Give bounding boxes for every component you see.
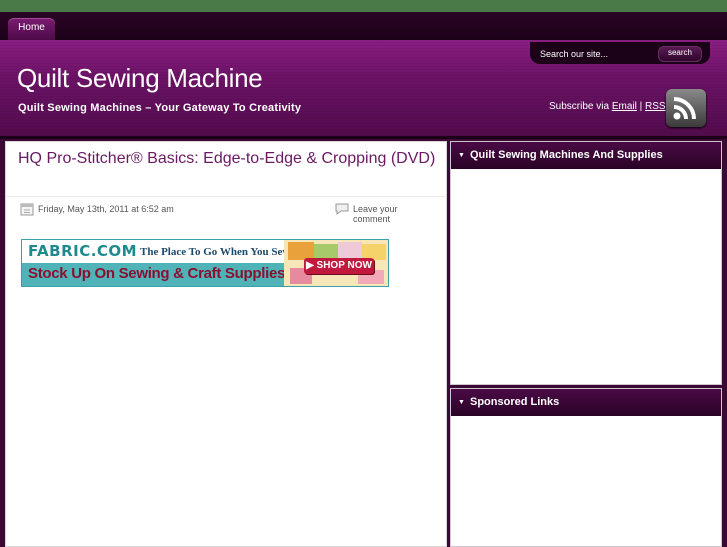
post-date: Friday, May 13th, 2011 at 6:52 am: [38, 204, 174, 214]
fabric-ad-banner[interactable]: FABRIC.COM The Place To Go When You Sew …: [21, 239, 389, 287]
nav-tab-home[interactable]: Home: [8, 18, 55, 40]
calendar-icon: [20, 202, 34, 216]
widget-sponsored-title: Sponsored Links: [470, 396, 560, 408]
post-meta: Friday, May 13th, 2011 at 6:52 am Leave …: [20, 202, 436, 224]
subscribe-separator: |: [639, 101, 643, 112]
banner-tagline: The Place To Go When You Sew: [140, 246, 291, 258]
widget-supplies: ▼ Quilt Sewing Machines And Supplies: [450, 141, 722, 385]
triangle-down-icon: ▼: [458, 152, 465, 159]
rss-icon[interactable]: [666, 89, 706, 127]
banner-headline: Stock Up On Sewing & Craft Supplies: [28, 265, 286, 282]
search-box: search: [530, 42, 710, 64]
nav-bar: Home: [0, 12, 727, 41]
subscribe-line: Subscribe via Email | RSS: [549, 101, 666, 112]
subscribe-rss-link[interactable]: RSS: [645, 101, 666, 112]
site-title[interactable]: Quilt Sewing Machine: [17, 62, 263, 94]
top-strip: [0, 0, 727, 12]
shop-now-button[interactable]: ▶ SHOP NOW: [304, 258, 374, 274]
widget-sponsored-links: ▼ Sponsored Links: [450, 388, 722, 547]
subscribe-label: Subscribe via: [549, 101, 610, 112]
site-header: Quilt Sewing Machine Quilt Sewing Machin…: [0, 40, 727, 139]
post-divider: [6, 196, 446, 197]
widget-supplies-header[interactable]: ▼ Quilt Sewing Machines And Supplies: [451, 142, 721, 169]
main-content: HQ Pro-Stitcher® Basics: Edge-to-Edge & …: [5, 141, 447, 547]
comment-icon[interactable]: [334, 202, 350, 216]
widget-sponsored-header[interactable]: ▼ Sponsored Links: [451, 389, 721, 416]
banner-brand: FABRIC.COM: [28, 242, 138, 260]
leave-comment-link[interactable]: Leave your comment: [353, 204, 436, 224]
post-title[interactable]: HQ Pro-Stitcher® Basics: Edge-to-Edge & …: [18, 148, 438, 169]
search-input[interactable]: [540, 47, 650, 61]
search-button[interactable]: search: [658, 46, 702, 62]
widget-supplies-title: Quilt Sewing Machines And Supplies: [470, 149, 663, 161]
subscribe-email-link[interactable]: Email: [612, 101, 637, 112]
site-tagline: Quilt Sewing Machines – Your Gateway To …: [18, 102, 302, 114]
triangle-down-icon: ▼: [458, 399, 465, 406]
